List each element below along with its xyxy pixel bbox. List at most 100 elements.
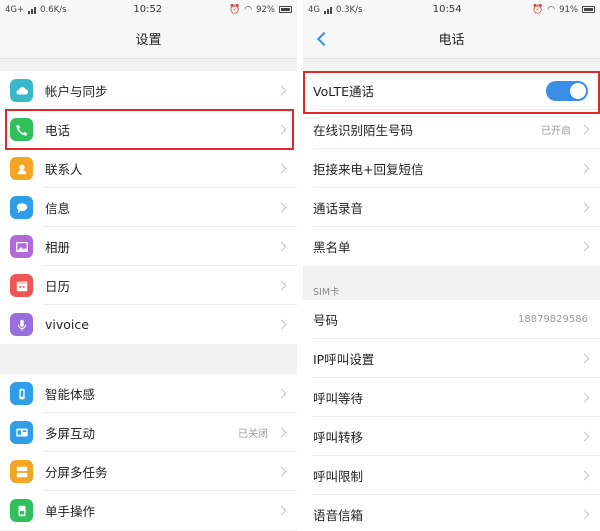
- status-time: 10:52: [133, 4, 163, 15]
- settings-item-label: 电话: [45, 123, 71, 138]
- message-icon: [10, 196, 33, 219]
- phone-icon: [10, 118, 33, 141]
- network-label: 4G: [308, 4, 320, 15]
- splitscreen-icon: [10, 460, 33, 483]
- phone-group-1: VoLTE通话 在线识别陌生号码 已开启 拒接来电+回复短信 通话录音 黑名单: [303, 71, 600, 266]
- back-icon[interactable]: [313, 28, 331, 50]
- wifi-icon: ◠: [244, 4, 253, 15]
- contacts-icon: [10, 157, 33, 180]
- chevron-right-icon: [579, 470, 590, 481]
- settings-item-label: 日历: [45, 279, 71, 294]
- chevron-right-icon: [276, 466, 287, 477]
- phone-number-value: 18879829586: [518, 314, 588, 325]
- status-time: 10:54: [432, 4, 462, 15]
- sim-section-header: SIM卡: [303, 266, 600, 300]
- status-bar: 4G+ 0.6K/s 10:52 ⏰ ◠ 92%: [0, 0, 297, 19]
- multiscreen-status: 已关闭: [238, 429, 268, 440]
- settings-screen: 4G+ 0.6K/s 10:52 ⏰ ◠ 92% 设置 帐户与同步 电话 联系人…: [0, 0, 297, 531]
- settings-item-gallery[interactable]: 相册: [0, 227, 297, 266]
- settings-item-messages[interactable]: 信息: [0, 188, 297, 227]
- settings-item-contacts[interactable]: 联系人: [0, 149, 297, 188]
- settings-item-calendar[interactable]: 日历: [0, 266, 297, 305]
- network-speed: 0.3K/s: [336, 4, 363, 15]
- signal-icon: [28, 6, 37, 14]
- phone-settings-screen: 4G 0.3K/s 10:54 ⏰ ◠ 91% 电话 VoLTE通话 在线识别陌…: [303, 0, 600, 531]
- settings-item-label: 帐户与同步: [45, 84, 108, 99]
- settings-item-label: 联系人: [45, 162, 83, 177]
- call-waiting-row[interactable]: 呼叫等待: [303, 378, 600, 417]
- settings-item-multiscreen[interactable]: 多屏互动 已关闭: [0, 413, 297, 452]
- battery-icon: [278, 6, 292, 13]
- chevron-right-icon: [579, 431, 590, 442]
- page-title: 设置: [135, 33, 162, 48]
- cloud-icon: [10, 79, 33, 102]
- chevron-right-icon: [276, 388, 287, 399]
- row-label: 呼叫等待: [313, 391, 364, 406]
- chevron-right-icon: [276, 505, 287, 516]
- chevron-right-icon: [276, 202, 287, 213]
- ip-call-row[interactable]: IP呼叫设置: [303, 339, 600, 378]
- chevron-right-icon: [276, 124, 287, 135]
- settings-item-accounts[interactable]: 帐户与同步: [0, 71, 297, 110]
- motion-icon: [10, 382, 33, 405]
- row-label: 通话录音: [313, 201, 364, 216]
- nav-bar: 电话: [303, 19, 600, 59]
- voicemail-row[interactable]: 语音信箱: [303, 495, 600, 531]
- settings-group-2: 智能体感 多屏互动 已关闭 分屏多任务 单手操作: [0, 374, 297, 530]
- row-label: 语音信箱: [313, 508, 364, 523]
- settings-item-vivoice[interactable]: vivoice: [0, 305, 297, 344]
- volte-label: VoLTE通话: [313, 84, 375, 99]
- chevron-right-icon: [276, 241, 287, 252]
- network-speed: 0.6K/s: [40, 4, 67, 15]
- settings-item-phone[interactable]: 电话: [0, 110, 297, 149]
- volte-toggle[interactable]: [546, 80, 588, 101]
- network-label: 4G+: [5, 4, 25, 15]
- alarm-icon: ⏰: [532, 4, 544, 15]
- phone-number-row[interactable]: 号码 18879829586: [303, 300, 600, 339]
- settings-item-label: 信息: [45, 201, 71, 216]
- settings-group-1: 帐户与同步 电话 联系人 信息 相册 日历 vivoice: [0, 71, 297, 344]
- call-forwarding-row[interactable]: 呼叫转移: [303, 417, 600, 456]
- chevron-right-icon: [579, 124, 590, 135]
- row-label: 黑名单: [313, 240, 351, 255]
- nav-bar: 设置: [0, 19, 297, 59]
- settings-item-one-hand[interactable]: 单手操作: [0, 491, 297, 530]
- mic-icon: [10, 313, 33, 336]
- one-hand-icon: [10, 499, 33, 522]
- blacklist-row[interactable]: 黑名单: [303, 227, 600, 266]
- row-label: IP呼叫设置: [313, 352, 375, 367]
- volte-row[interactable]: VoLTE通话: [303, 71, 600, 110]
- battery-icon: [581, 6, 595, 13]
- chevron-right-icon: [579, 509, 590, 520]
- row-label: 号码: [313, 313, 339, 328]
- call-recording-row[interactable]: 通话录音: [303, 188, 600, 227]
- reject-sms-row[interactable]: 拒接来电+回复短信: [303, 149, 600, 188]
- calendar-icon: [10, 274, 33, 297]
- chevron-right-icon: [579, 202, 590, 213]
- page-title: 电话: [438, 33, 465, 48]
- settings-item-label: 相册: [45, 240, 71, 255]
- chevron-right-icon: [579, 392, 590, 403]
- chevron-right-icon: [579, 241, 590, 252]
- settings-item-label: 单手操作: [45, 504, 96, 519]
- chevron-right-icon: [276, 427, 287, 438]
- settings-item-split-screen[interactable]: 分屏多任务: [0, 452, 297, 491]
- call-barring-row[interactable]: 呼叫限制: [303, 456, 600, 495]
- chevron-right-icon: [276, 319, 287, 330]
- row-label: 呼叫转移: [313, 430, 364, 445]
- battery-percent: 92%: [256, 4, 275, 15]
- caller-id-row[interactable]: 在线识别陌生号码 已开启: [303, 110, 600, 149]
- phone-group-2: 号码 18879829586 IP呼叫设置 呼叫等待 呼叫转移 呼叫限制 语音信…: [303, 300, 600, 531]
- chevron-right-icon: [276, 280, 287, 291]
- chevron-right-icon: [579, 353, 590, 364]
- row-label: 拒接来电+回复短信: [313, 162, 424, 177]
- caller-id-status: 已开启: [541, 126, 571, 137]
- gallery-icon: [10, 235, 33, 258]
- signal-icon: [324, 6, 332, 14]
- chevron-right-icon: [276, 85, 287, 96]
- settings-item-label: 智能体感: [45, 387, 96, 402]
- settings-item-smart-motion[interactable]: 智能体感: [0, 374, 297, 413]
- status-bar: 4G 0.3K/s 10:54 ⏰ ◠ 91%: [303, 0, 600, 19]
- battery-percent: 91%: [559, 4, 578, 15]
- chevron-right-icon: [276, 163, 287, 174]
